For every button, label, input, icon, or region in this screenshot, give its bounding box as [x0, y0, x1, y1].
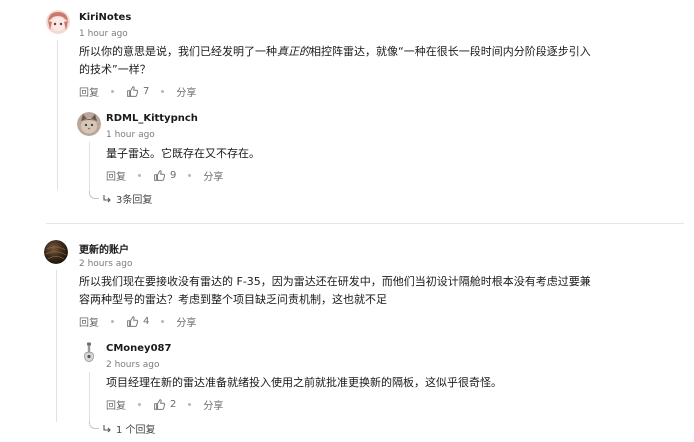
thread-line: [57, 40, 58, 190]
share-button[interactable]: 分享: [203, 168, 223, 183]
comment-username[interactable]: RDML_Kittypnch: [106, 113, 198, 124]
vote-count: 4: [143, 315, 150, 327]
comment-timestamp[interactable]: 1 hour ago: [79, 29, 128, 39]
comment-text: 相控阵雷达，就像“一种在很长一段时间内分阶段逐步引入: [310, 45, 591, 58]
reply-button[interactable]: 回复: [106, 168, 126, 183]
thumbs-up-icon: [154, 398, 166, 410]
cat-avatar-icon[interactable]: [77, 112, 101, 136]
guitar-avatar-icon[interactable]: [77, 341, 101, 365]
anime-girl-avatar-icon[interactable]: [46, 10, 70, 34]
sphere-avatar-icon[interactable]: [44, 240, 68, 264]
comment-username[interactable]: KiriNotes: [79, 12, 131, 23]
reply-button[interactable]: 回复: [79, 84, 99, 99]
upvote-button[interactable]: 4: [126, 315, 149, 328]
separator-dot: [161, 89, 165, 93]
comment-body: 量子雷达。它既存在又不存在。: [106, 147, 260, 160]
more-replies-label: 3条回复: [116, 195, 153, 206]
separator-dot: [138, 173, 141, 177]
thread-line: [56, 270, 57, 422]
thread-line: [89, 372, 90, 422]
more-replies-link[interactable]: 1 个回复: [102, 421, 156, 436]
comment-emphasis: 真正的: [277, 45, 310, 58]
comment-username[interactable]: CMoney087: [106, 343, 171, 354]
thread-connector: [89, 191, 99, 199]
comment-actions: 回复 7 分享: [79, 83, 196, 99]
comment-body: 所以你的意思是说，我们已经发明了一种真正的相控阵雷达，就像“一种在很长一段时间内…: [79, 43, 649, 79]
share-button[interactable]: 分享: [176, 314, 196, 329]
comment-text: 容两种型号的雷达？考虑到整个项目缺乏问责机制，这也就不足: [79, 293, 387, 306]
comment-actions: 回复 9 分享: [106, 167, 223, 183]
separator-dot: [138, 402, 141, 406]
thumbs-up-icon: [154, 169, 166, 181]
vote-count: 9: [170, 169, 177, 181]
reply-button[interactable]: 回复: [106, 397, 126, 412]
comment-timestamp[interactable]: 2 hours ago: [106, 360, 160, 370]
comment-body: 所以我们现在要接收没有雷达的 F-35，因为雷达还在研发中，而他们当初设计隔舱时…: [79, 273, 669, 309]
reply-arrow-icon: [103, 194, 111, 202]
more-replies-link[interactable]: 3条回复: [102, 191, 152, 206]
upvote-button[interactable]: 7: [126, 85, 149, 98]
comment-text: 的技术”一样？: [79, 63, 151, 76]
comment-timestamp[interactable]: 2 hours ago: [79, 259, 133, 269]
upvote-button[interactable]: 9: [153, 169, 176, 182]
vote-count: 2: [170, 398, 177, 410]
comment-text: 所以我们现在要接收没有雷达的 F-35，因为雷达还在研发中，而他们当初设计隔舱时…: [79, 275, 591, 288]
separator-dot: [161, 319, 165, 323]
thumbs-up-icon: [127, 85, 139, 97]
vote-count: 7: [143, 85, 150, 97]
comment-body: 项目经理在新的雷达准备就绪投入使用之前就批准更换新的隔板，这似乎很奇怪。: [106, 376, 502, 389]
comment-actions: 回复 4 分享: [79, 313, 196, 329]
separator-dot: [188, 402, 192, 406]
thumbs-up-icon: [127, 315, 139, 327]
comment-text: 所以你的意思是说，我们已经发明了一种: [79, 45, 277, 58]
comment-timestamp[interactable]: 1 hour ago: [106, 130, 155, 140]
thread-line: [89, 142, 90, 192]
comment-username[interactable]: 更新的账户: [79, 241, 129, 256]
separator-dot: [111, 319, 114, 323]
share-button[interactable]: 分享: [203, 397, 223, 412]
separator-dot: [188, 173, 192, 177]
reply-button[interactable]: 回复: [79, 314, 99, 329]
comment-actions: 回复 2 分享: [106, 396, 223, 412]
more-replies-label: 1 个回复: [116, 425, 156, 436]
text-fade-overlay: [385, 291, 465, 309]
thread-connector: [89, 421, 99, 429]
upvote-button[interactable]: 2: [153, 398, 176, 411]
separator-dot: [111, 89, 114, 93]
share-button[interactable]: 分享: [176, 84, 196, 99]
comment-divider: [46, 223, 684, 224]
reply-arrow-icon: [103, 424, 111, 432]
